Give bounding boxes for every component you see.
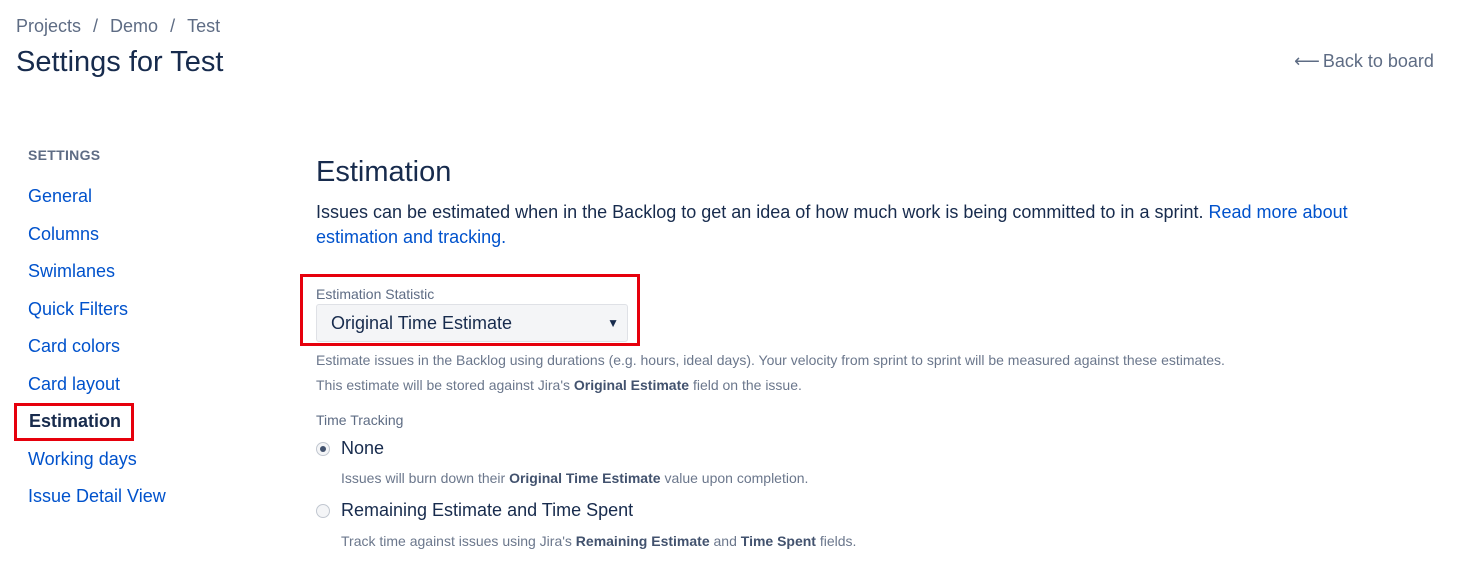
- estimation-statistic-select[interactable]: Original Time Estimate ▼: [316, 304, 628, 342]
- breadcrumb-projects[interactable]: Projects: [16, 16, 81, 36]
- sidebar-item-swimlanes[interactable]: Swimlanes: [14, 253, 234, 291]
- sidebar-item-issue-detail-view[interactable]: Issue Detail View: [14, 478, 234, 516]
- intro-text: Issues can be estimated when in the Back…: [316, 200, 1416, 250]
- radio-button[interactable]: [316, 503, 330, 518]
- desc-text: fields.: [819, 533, 857, 549]
- estimation-statistic-label: Estimation Statistic: [316, 286, 435, 302]
- desc-text: Track time against issues using Jira's: [341, 533, 572, 549]
- sidebar-item-quick-filters[interactable]: Quick Filters: [14, 291, 234, 329]
- breadcrumb-demo[interactable]: Demo: [110, 16, 158, 36]
- time-tracking-option-remaining[interactable]: Remaining Estimate and Time Spent: [316, 500, 633, 521]
- breadcrumb-test[interactable]: Test: [187, 16, 220, 36]
- sidebar-item-card-colors[interactable]: Card colors: [14, 328, 234, 366]
- sidebar-item-card-layout[interactable]: Card layout: [14, 366, 234, 404]
- section-title: Estimation: [316, 156, 452, 188]
- help-text: field on the issue.: [692, 376, 802, 393]
- sidebar-item-estimation[interactable]: Estimation: [14, 403, 134, 441]
- radio-label: None: [341, 438, 385, 458]
- sidebar-item-working-days[interactable]: Working days: [14, 441, 234, 479]
- estimation-statistic-value: Original Time Estimate: [331, 313, 513, 333]
- intro-description: Issues can be estimated when in the Back…: [316, 202, 1204, 222]
- breadcrumb: Projects / Demo / Test: [16, 16, 220, 37]
- time-tracking-label: Time Tracking: [316, 412, 404, 428]
- sidebar-item-columns[interactable]: Columns: [14, 216, 234, 254]
- arrow-left-icon: ⟵: [1294, 51, 1320, 71]
- settings-sidebar: SETTINGS General Columns Swimlanes Quick…: [14, 144, 234, 516]
- main-content: Estimation Issues can be estimated when …: [300, 150, 1426, 549]
- radio-button-checked[interactable]: [316, 441, 330, 456]
- breadcrumb-separator: /: [170, 16, 176, 36]
- desc-text-bold: Original Time Estimate: [509, 470, 661, 486]
- time-tracking-remaining-description: Track time against issues using Jira's R…: [341, 533, 856, 549]
- breadcrumb-separator: /: [93, 16, 99, 36]
- estimation-statistic-help: Estimate issues in the Backlog using dur…: [316, 348, 1226, 397]
- sidebar-item-general[interactable]: General: [14, 178, 234, 216]
- desc-text: Issues will burn down their: [341, 470, 506, 486]
- time-tracking-option-none[interactable]: None: [316, 438, 384, 459]
- sidebar-heading: SETTINGS: [28, 147, 101, 163]
- radio-label: Remaining Estimate and Time Spent: [341, 500, 634, 520]
- caret-down-icon: ▼: [607, 316, 619, 330]
- desc-text: and: [713, 533, 737, 549]
- desc-text: value upon completion.: [664, 470, 809, 486]
- back-to-board-link[interactable]: ⟵ Back to board: [1294, 51, 1434, 72]
- page-title: Settings for Test: [16, 46, 224, 78]
- help-text-bold: Original Estimate: [573, 376, 690, 393]
- desc-text-bold: Remaining Estimate: [575, 533, 710, 549]
- desc-text-bold: Time Spent: [740, 533, 816, 549]
- time-tracking-none-description: Issues will burn down their Original Tim…: [341, 470, 808, 486]
- back-to-board-label: Back to board: [1322, 51, 1434, 71]
